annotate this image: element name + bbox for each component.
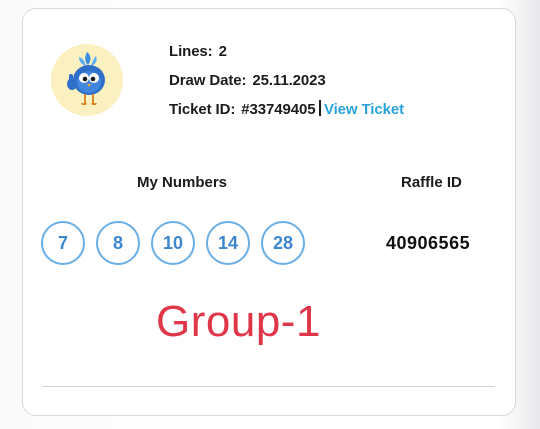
number-balls: 7 8 10 14 28 [41, 221, 316, 265]
ticket-id-value: #33749405 [241, 101, 316, 118]
group-label: Group-1 [156, 297, 321, 346]
number-ball: 28 [261, 221, 305, 265]
raffle-id-heading: Raffle ID [401, 174, 462, 191]
draw-date-label: Draw Date: [169, 72, 247, 89]
draw-date-value: 25.11.2023 [252, 72, 326, 89]
my-numbers-heading: My Numbers [137, 174, 228, 191]
mascot-avatar [51, 44, 123, 116]
separator [319, 100, 321, 116]
ticket-info: Lines: 2 Draw Date: 25.11.2023 Ticket ID: #… [169, 41, 404, 128]
number-ball: 8 [96, 221, 140, 265]
lines-row: Lines: 2 [169, 41, 404, 70]
number-ball: 14 [206, 221, 250, 265]
draw-date-row: Draw Date: 25.11.2023 [169, 70, 404, 99]
ticket-id-row: Ticket ID: #33749405 View Ticket [169, 99, 404, 128]
page: Lines: 2 Draw Date: 25.11.2023 Ticket ID: #… [0, 0, 540, 429]
raffle-id-value: 40906565 [386, 233, 471, 253]
view-ticket-link[interactable]: View Ticket [324, 101, 404, 118]
lines-value: 2 [218, 43, 227, 60]
ticket-card: Lines: 2 Draw Date: 25.11.2023 Ticket ID: #… [22, 8, 516, 416]
divider [43, 386, 495, 387]
lines-label: Lines: [169, 43, 213, 60]
ticket-id-label: Ticket ID: [169, 101, 236, 118]
number-ball: 10 [151, 221, 195, 265]
blue-bird-mascot-icon [67, 52, 105, 105]
number-ball: 7 [41, 221, 85, 265]
